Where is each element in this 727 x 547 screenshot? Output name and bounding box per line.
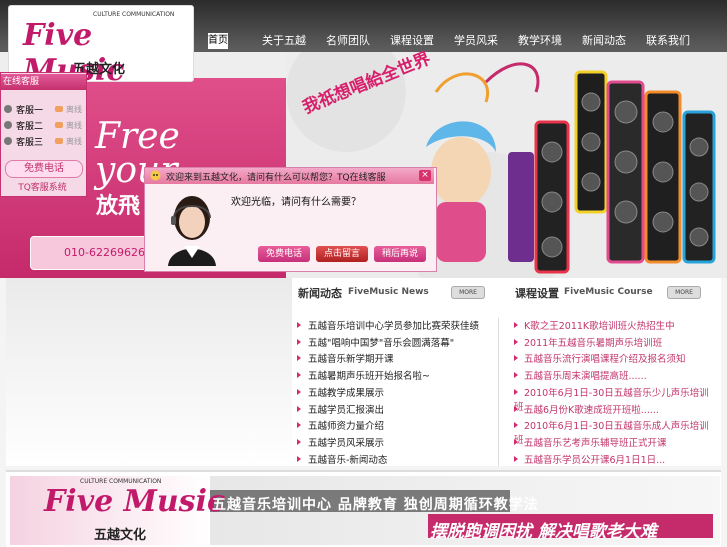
course-item[interactable]: K歌之王2011K歌培训班火热招生中 bbox=[514, 318, 675, 332]
widget-row-label: 客服二 bbox=[16, 121, 44, 132]
site-logo[interactable]: CULTURE COMMUNICATION Five Music 五越文化 bbox=[8, 5, 194, 88]
widget-row[interactable]: 客服二 离线 bbox=[4, 118, 82, 132]
popup-title: 欢迎来到五越文化，请问有什么可以帮您？TQ在线客服 bbox=[166, 173, 386, 183]
course-more-button[interactable]: MORE bbox=[667, 286, 701, 299]
main-nav: 首页 关于五越 名师团队 课程设置 学员风采 教学环境 新闻动态 联系我们 bbox=[204, 32, 700, 52]
nav-item-environment[interactable]: 教学环境 bbox=[508, 32, 572, 52]
news-section-subtitle: FiveMusic News bbox=[348, 287, 429, 297]
nav-item-home[interactable]: 首页 bbox=[208, 33, 228, 49]
widget-row-status-text: 离线 bbox=[66, 136, 82, 146]
widget-row-status-text: 离线 bbox=[66, 120, 82, 130]
nav-item-contact[interactable]: 联系我们 bbox=[636, 32, 700, 52]
logo-tagline: CULTURE COMMUNICATION bbox=[93, 11, 175, 18]
user-icon bbox=[4, 105, 12, 113]
news-item[interactable]: 五越音乐新学期开课 bbox=[297, 351, 394, 365]
bottom-logo-wordmark: Five Music bbox=[44, 484, 226, 519]
widget-row-status: 离线 bbox=[55, 136, 82, 147]
course-item[interactable]: 五越6月份K歌速成班开班啦...... bbox=[514, 402, 659, 416]
course-item[interactable]: 2011年五越音乐暑期声乐培训班 bbox=[514, 335, 662, 349]
widget-row-label: 客服一 bbox=[16, 105, 44, 116]
content-left-blank bbox=[6, 278, 292, 466]
news-section-title: 新闻动态 bbox=[298, 287, 342, 300]
close-button[interactable]: × bbox=[419, 170, 431, 181]
chat-icon bbox=[55, 138, 63, 144]
popup-message: 欢迎光临，请问有什么需要？ bbox=[231, 197, 361, 208]
course-item[interactable]: 五越音乐学员公开课6月1日1日... bbox=[514, 452, 665, 466]
nav-item-students[interactable]: 学员风采 bbox=[444, 32, 508, 52]
widget-row[interactable]: 客服三 离线 bbox=[4, 134, 82, 148]
bottom-slogan-line2: 摆脱跑调困扰 解决唱歌老大难 bbox=[430, 522, 657, 542]
widget-row-status-text: 离线 bbox=[66, 104, 82, 114]
nav-item-news[interactable]: 新闻动态 bbox=[572, 32, 636, 52]
widget-row-status: 离线 bbox=[55, 120, 82, 131]
news-item[interactable]: 五越暑期声乐班开始报名啦~ bbox=[297, 368, 430, 382]
news-item[interactable]: 五越学员汇报演出 bbox=[297, 402, 384, 416]
agent-avatar bbox=[160, 188, 224, 266]
news-item[interactable]: 五越师资力量介绍 bbox=[297, 418, 384, 432]
banner-free-line1: Free bbox=[95, 116, 180, 157]
widget-row-label: 客服三 bbox=[16, 137, 44, 148]
news-item[interactable]: 五越教学成果展示 bbox=[297, 385, 384, 399]
popup-free-call-button[interactable]: 免费电话 bbox=[258, 246, 310, 262]
chat-icon bbox=[55, 122, 63, 128]
bottom-logo-cn-name: 五越文化 bbox=[94, 528, 147, 543]
phone-number: 010-62269626 bbox=[64, 246, 145, 259]
nav-item-teachers[interactable]: 名师团队 bbox=[316, 32, 380, 52]
chat-icon bbox=[150, 170, 161, 181]
news-item[interactable]: 五越学员风采展示 bbox=[297, 435, 384, 449]
news-item[interactable]: 五越"唱响中国梦"音乐会圆满落幕" bbox=[297, 335, 454, 349]
news-item[interactable]: 五越音乐-新闻动态 bbox=[297, 452, 387, 466]
widget-footer[interactable]: TQ客服系统 bbox=[0, 180, 85, 193]
course-section-subtitle: FiveMusic Course bbox=[564, 287, 653, 297]
popup-later-button[interactable]: 稍后再说 bbox=[374, 246, 426, 262]
course-section-title: 课程设置 bbox=[515, 287, 559, 300]
popup-leave-message-button[interactable]: 点击留言 bbox=[316, 246, 368, 262]
free-call-button[interactable]: 免费电话 bbox=[5, 160, 83, 178]
widget-row[interactable]: 客服一 离线 bbox=[4, 102, 82, 116]
banner-cn-slogan: 放飛 bbox=[96, 194, 141, 219]
course-item[interactable]: 五越音乐流行演唱课程介绍及报名须知 bbox=[514, 351, 686, 365]
column-divider bbox=[498, 318, 499, 466]
user-icon bbox=[4, 137, 12, 145]
widget-row-status: 离线 bbox=[55, 104, 82, 115]
news-item[interactable]: 五越音乐培训中心学员参加比赛荣获佳绩 bbox=[297, 318, 479, 332]
nav-item-about[interactable]: 关于五越 bbox=[252, 32, 316, 52]
user-icon bbox=[4, 121, 12, 129]
course-item[interactable]: 五越音乐艺考声乐辅导班正式开课 bbox=[514, 435, 667, 449]
course-item[interactable]: 五越音乐周末演唱提高班...... bbox=[514, 368, 647, 382]
news-more-button[interactable]: MORE bbox=[451, 286, 485, 299]
chat-icon bbox=[55, 106, 63, 112]
bottom-slogan-line1: 五越音乐培训中心 品牌教育 独创周期循环教学法 bbox=[212, 497, 539, 513]
widget-title: 在线客服 bbox=[1, 74, 86, 90]
